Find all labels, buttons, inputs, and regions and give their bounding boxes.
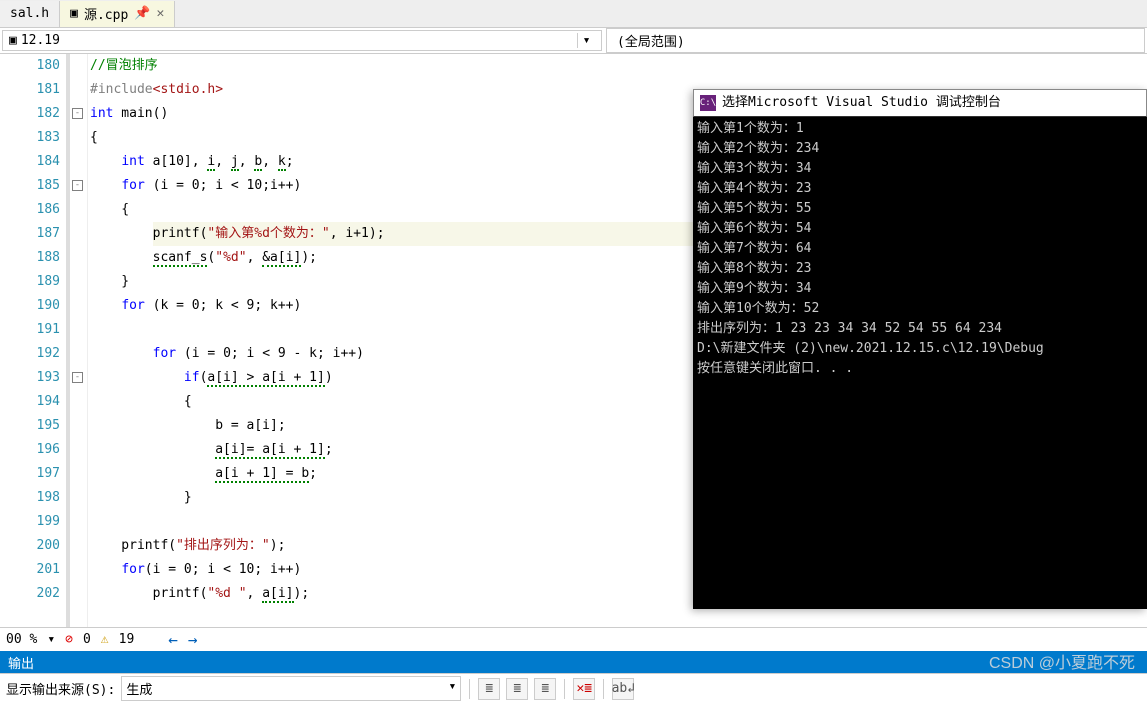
output-source-value: 生成	[126, 679, 152, 698]
tab-label: sal.h	[10, 6, 49, 21]
warning-count: 19	[119, 632, 135, 647]
output-toolbar: 显示输出来源(S): 生成 ▾ ≣ ≣ ≣ ✕≣ ab↲	[0, 673, 1147, 703]
tab-salh[interactable]: sal.h	[0, 1, 60, 27]
file-icon: ▣	[70, 6, 78, 21]
breadcrumb-text: 12.19	[21, 33, 60, 48]
output-btn-2[interactable]: ≣	[506, 678, 528, 700]
console-titlebar[interactable]: C:\ 选择Microsoft Visual Studio 调试控制台	[693, 89, 1147, 117]
debug-console-window[interactable]: C:\ 选择Microsoft Visual Studio 调试控制台 输入第1…	[693, 89, 1147, 609]
fold-toggle[interactable]: -	[72, 108, 83, 119]
scope-label: (全局范围)	[617, 35, 685, 50]
warning-icon[interactable]: ⚠	[101, 632, 109, 647]
chevron-down-icon[interactable]: ▾	[577, 33, 595, 48]
console-output: 输入第1个数为：1 输入第2个数为：234 输入第3个数为：34 输入第4个数为…	[693, 117, 1147, 381]
zoom-level[interactable]: 00 %	[6, 632, 37, 647]
line-gutter: 1801811821831841851861871881891901911921…	[0, 54, 70, 627]
tab-label: 源.cpp	[84, 4, 128, 23]
breadcrumb-project[interactable]: ▣ 12.19 ▾	[2, 30, 602, 51]
chevron-down-icon: ▾	[448, 679, 456, 698]
tab-source-cpp[interactable]: ▣ 源.cpp 📌 ✕	[60, 1, 175, 27]
project-icon: ▣	[9, 33, 17, 48]
output-wrap-button[interactable]: ab↲	[612, 678, 634, 700]
nav-forward-icon[interactable]: →	[188, 630, 198, 649]
nav-back-icon[interactable]: ←	[168, 630, 178, 649]
output-btn-1[interactable]: ≣	[478, 678, 500, 700]
output-title: 输出	[8, 653, 34, 672]
output-panel-header[interactable]: 输出	[0, 651, 1147, 673]
output-source-select[interactable]: 生成 ▾	[121, 676, 461, 701]
output-source-label: 显示输出来源(S):	[6, 679, 115, 698]
pin-icon[interactable]: 📌	[134, 6, 150, 21]
tab-bar: sal.h ▣ 源.cpp 📌 ✕	[0, 0, 1147, 28]
folding-gutter: - - -	[70, 54, 88, 627]
fold-toggle[interactable]: -	[72, 372, 83, 383]
breadcrumb-bar: ▣ 12.19 ▾ (全局范围)	[0, 28, 1147, 54]
error-icon[interactable]: ⊘	[65, 632, 73, 647]
close-icon[interactable]: ✕	[156, 6, 164, 21]
vs-icon: C:\	[700, 95, 716, 111]
output-clear-button[interactable]: ✕≣	[573, 678, 595, 700]
watermark: CSDN @小夏跑不死	[989, 649, 1135, 673]
console-title: 选择Microsoft Visual Studio 调试控制台	[722, 93, 1001, 113]
output-btn-3[interactable]: ≣	[534, 678, 556, 700]
editor-statusbar: 00 % ▾ ⊘0 ⚠19 ← →	[0, 627, 1147, 651]
scope-selector[interactable]: (全局范围)	[606, 28, 1145, 53]
fold-toggle[interactable]: -	[72, 180, 83, 191]
error-count: 0	[83, 632, 91, 647]
